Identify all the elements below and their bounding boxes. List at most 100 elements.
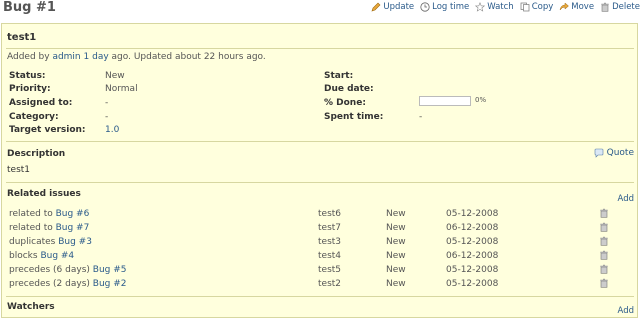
related-issues-title: Related issues [7, 189, 81, 199]
quote-label: Quote [606, 148, 634, 158]
priority-value: Normal [105, 84, 138, 94]
issue-panel: test1 Added by admin 1 day ago. Updated … [1, 23, 638, 318]
copy-link[interactable]: Copy [520, 2, 554, 12]
related-issue-row: related to Bug #6 test6 New 05-12-2008 [2, 208, 639, 223]
divider [6, 141, 634, 142]
copy-label: Copy [531, 2, 554, 12]
relation-cell: related to Bug #6 [9, 209, 89, 219]
description-title: Description [7, 149, 66, 159]
relation-type: related to [9, 223, 56, 233]
target-version-label: Target version: [9, 125, 86, 135]
assigned-to-label: Assigned to: [9, 98, 73, 108]
author-suffix: ago. [243, 52, 266, 62]
related-date: 06-12-2008 [446, 223, 499, 233]
delete-relation-icon[interactable] [599, 264, 609, 274]
assigned-to-value: - [105, 98, 109, 108]
delete-relation-icon[interactable] [599, 222, 609, 232]
related-status: New [386, 251, 406, 261]
relation-type: duplicates [9, 237, 59, 247]
done-ratio-value: 0% [475, 96, 487, 104]
category-value: - [105, 112, 109, 122]
delete-label: Delete [612, 2, 640, 12]
related-issue-link[interactable]: Bug #6 [56, 209, 90, 219]
relation-cell: related to Bug #7 [9, 223, 89, 233]
author-prefix: Added by [7, 52, 53, 62]
related-issue-link[interactable]: Bug #3 [58, 237, 92, 247]
page-header: Bug #1 Update Log time Watch Copy Move D… [0, 0, 640, 18]
quote-link[interactable]: Quote [594, 148, 634, 158]
related-subject: test5 [318, 265, 342, 275]
related-status: New [386, 237, 406, 247]
delete-relation-icon[interactable] [599, 250, 609, 260]
priority-label: Priority: [9, 84, 51, 94]
relation-type: blocks [9, 251, 41, 261]
related-date: 05-12-2008 [446, 265, 499, 275]
delete-relation-icon[interactable] [599, 236, 609, 246]
divider [6, 48, 634, 49]
due-date-label: Due date: [324, 84, 374, 94]
related-issue-link[interactable]: Bug #2 [93, 279, 127, 289]
related-status: New [386, 209, 406, 219]
delete-link[interactable]: Delete [600, 2, 640, 12]
author-mid: ago. Updated about [108, 52, 204, 62]
related-status: New [386, 265, 406, 275]
relation-type: related to [9, 209, 56, 219]
related-issue-row: precedes (6 days) Bug #5 test5 New 05-12-20… [2, 264, 639, 279]
category-label: Category: [9, 112, 59, 122]
issue-subject: test1 [7, 32, 37, 43]
watch-link[interactable]: Watch [475, 2, 514, 12]
update-link[interactable]: Update [371, 2, 414, 12]
related-subject: test7 [318, 223, 342, 233]
status-value: New [105, 71, 125, 81]
relation-cell: blocks Bug #4 [9, 251, 74, 261]
target-version-link[interactable]: 1.0 [105, 125, 119, 135]
related-subject: test3 [318, 237, 342, 247]
clock-icon [420, 2, 430, 12]
relation-cell: duplicates Bug #3 [9, 237, 92, 247]
add-related-issue-link[interactable]: Add [618, 194, 634, 204]
related-issue-row: duplicates Bug #3 test3 New 05-12-2008 [2, 236, 639, 251]
related-date: 05-12-2008 [446, 279, 499, 289]
related-date: 06-12-2008 [446, 251, 499, 261]
divider [6, 182, 634, 183]
move-label: Move [571, 2, 595, 12]
trash-icon [600, 2, 610, 12]
divider [6, 296, 634, 297]
related-issue-link[interactable]: Bug #5 [93, 265, 127, 275]
description-text: test1 [7, 165, 31, 175]
relation-cell: precedes (6 days) Bug #5 [9, 265, 127, 275]
copy-icon [520, 2, 530, 12]
star-icon [475, 2, 486, 12]
delete-relation-icon[interactable] [599, 278, 609, 288]
done-progress-bar [419, 96, 471, 106]
related-issue-row: blocks Bug #4 test4 New 06-12-2008 [2, 250, 639, 265]
move-icon [559, 2, 570, 12]
page-title: Bug #1 [3, 0, 56, 15]
created-link[interactable]: 1 day [84, 52, 109, 62]
watchers-title: Watchers [7, 302, 55, 312]
relation-type: precedes (2 days) [9, 279, 93, 289]
delete-relation-icon[interactable] [599, 208, 609, 218]
related-subject: test6 [318, 209, 342, 219]
start-date-label: Start: [324, 71, 354, 81]
related-date: 05-12-2008 [446, 237, 499, 247]
related-issue-link[interactable]: Bug #7 [56, 223, 90, 233]
updated-text: 22 hours [203, 52, 244, 62]
relation-cell: precedes (2 days) Bug #2 [9, 279, 127, 289]
issue-author-line: Added by admin 1 day ago. Updated about … [7, 52, 266, 62]
log-time-link[interactable]: Log time [420, 2, 469, 12]
move-link[interactable]: Move [559, 2, 594, 12]
related-issue-link[interactable]: Bug #4 [40, 251, 74, 261]
related-issue-row: precedes (2 days) Bug #2 test2 New 05-12-20… [2, 278, 639, 293]
done-ratio-label: % Done: [324, 98, 366, 108]
add-watcher-link[interactable]: Add [618, 306, 634, 316]
related-status: New [386, 223, 406, 233]
update-label: Update [383, 2, 415, 12]
edit-icon [371, 2, 381, 12]
author-link[interactable]: admin [52, 52, 80, 62]
spent-time-value: - [419, 112, 423, 122]
related-issue-row: related to Bug #7 test7 New 06-12-2008 [2, 222, 639, 237]
comment-icon [594, 148, 604, 158]
issue-actions: Update Log time Watch Copy Move Delete [371, 2, 640, 12]
related-status: New [386, 279, 406, 289]
